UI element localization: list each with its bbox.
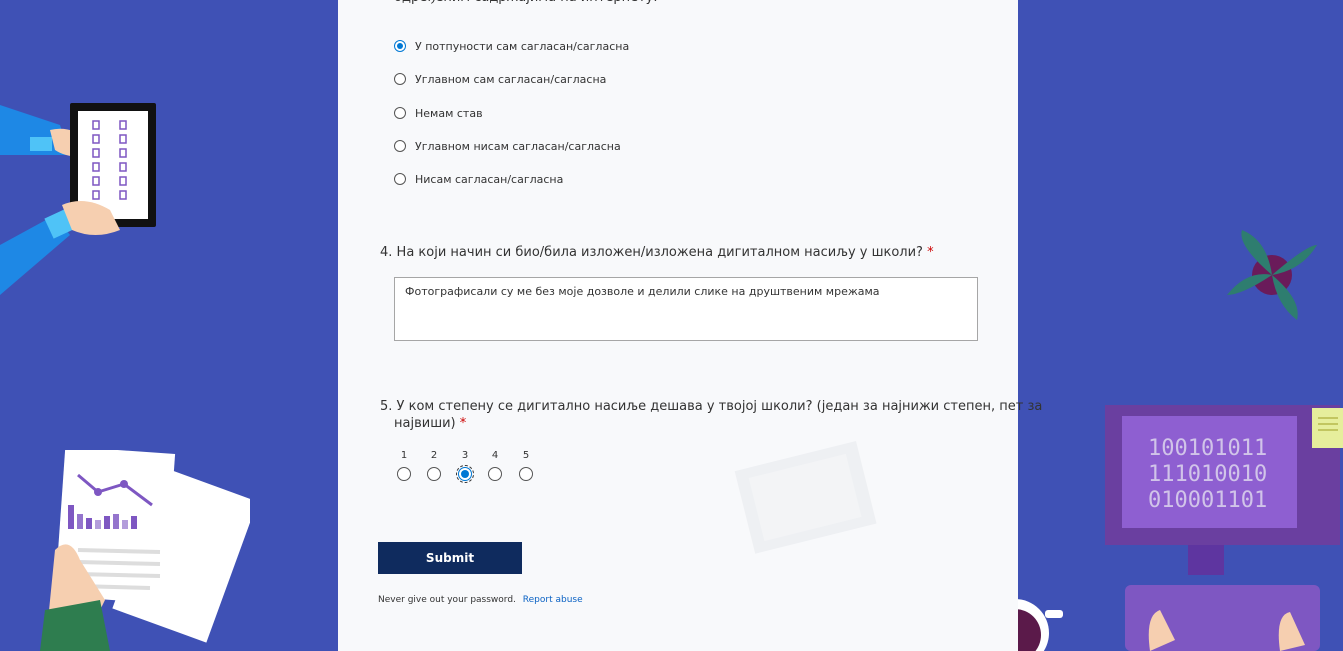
password-warning: Never give out your password.	[378, 595, 516, 605]
q3-option-5[interactable]: Нисам сагласан/сагласна	[394, 170, 563, 188]
scale-label-5: 5	[522, 450, 530, 461]
monitor-line-1: 100101011	[1148, 436, 1267, 461]
faint-envelope-decoration	[734, 441, 877, 554]
question-number: 5.	[380, 399, 393, 414]
required-marker: *	[927, 245, 934, 260]
q3-option-2[interactable]: Углавном сам сагласан/сагласна	[394, 70, 606, 88]
monitor-illustration: 100101011 111010010 010001101	[1105, 405, 1343, 651]
report-abuse-link[interactable]: Report abuse	[523, 595, 583, 605]
question-5-title: 5. У ком степену се дигитално насиље деш…	[380, 398, 1042, 415]
scale-label-4: 4	[491, 450, 499, 461]
radio-button[interactable]	[394, 40, 406, 52]
q3-option-3[interactable]: Немам став	[394, 104, 483, 122]
scale-radio-3[interactable]	[456, 465, 474, 483]
option-label: Нисам сагласан/сагласна	[415, 172, 564, 186]
footer: Never give out your password. Report abu…	[378, 595, 583, 605]
option-label: Углавном нисам сагласан/сагласна	[415, 139, 621, 153]
answer-textarea[interactable]: Фотографисали су ме без моје дозволе и д…	[394, 277, 978, 341]
radio-button[interactable]	[394, 107, 406, 119]
question-number: 4.	[380, 245, 393, 260]
option-label: Немам став	[415, 106, 483, 120]
question-text: На који начин си био/била изложен/изложе…	[396, 245, 923, 260]
q3-option-4[interactable]: Углавном нисам сагласан/сагласна	[394, 137, 621, 155]
radio-button[interactable]	[394, 73, 406, 85]
question-5-title-line-2: највиши) *	[394, 415, 466, 432]
required-marker: *	[459, 416, 467, 431]
scale-radio-1[interactable]	[397, 467, 411, 481]
scale-radio-2[interactable]	[427, 467, 441, 481]
radio-button[interactable]	[394, 140, 406, 152]
scale-radio-5[interactable]	[519, 467, 533, 481]
report-papers-illustration	[40, 450, 250, 651]
question-text-cont: највиши)	[394, 416, 456, 431]
scale-radio-4[interactable]	[488, 467, 502, 481]
question-3-title-tail: одређеним садржајима на интернету.	[394, 0, 974, 8]
submit-button[interactable]: Submit	[378, 542, 522, 574]
option-label: У потпуности сам сагласан/сагласна	[415, 39, 630, 53]
scale-label-2: 2	[430, 450, 438, 461]
scale-label-3: 3	[461, 450, 469, 461]
question-4-title: 4. На који начин си био/била изложен/изл…	[380, 244, 934, 261]
monitor-line-2: 111010010	[1148, 462, 1267, 487]
question-text: У ком степену се дигитално насиље дешава…	[396, 399, 1043, 414]
flower-icon	[1227, 230, 1317, 320]
option-label: Углавном сам сагласан/сагласна	[415, 72, 607, 86]
radio-button[interactable]	[394, 173, 406, 185]
q3-option-1[interactable]: У потпуности сам сагласан/сагласна	[394, 37, 629, 55]
monitor-line-3: 010001101	[1148, 488, 1267, 513]
scale-label-1: 1	[400, 450, 408, 461]
tablet-illustration	[0, 103, 156, 295]
